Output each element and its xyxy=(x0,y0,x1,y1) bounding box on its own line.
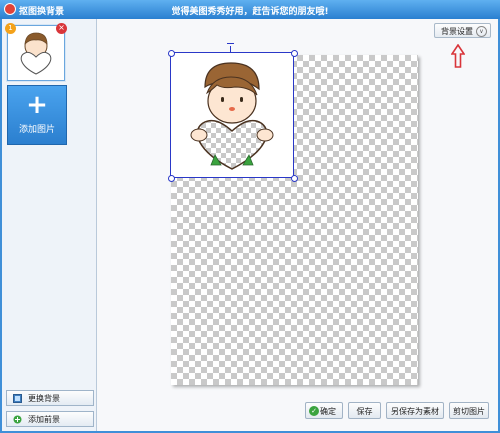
save-button[interactable]: 保存 xyxy=(348,402,381,419)
confirm-label: 确定 xyxy=(320,407,336,416)
image-thumbnail[interactable]: 1 × xyxy=(5,23,67,81)
background-settings-label: 背景设置 xyxy=(441,27,473,36)
resize-handle-top-right[interactable] xyxy=(291,50,298,57)
checkmark-icon: ✓ xyxy=(309,406,319,416)
plus-icon: + xyxy=(26,90,48,120)
up-arrow-hint-icon xyxy=(451,44,465,68)
canvas-area: 背景设置 ∨ ✓ 确定 保存 另保存为素材 剪切图片 xyxy=(97,19,498,431)
foreground-image-selection[interactable] xyxy=(170,52,294,178)
add-circle-icon xyxy=(13,415,22,424)
cartoon-boy-holding-heart-image xyxy=(190,62,274,170)
chevron-down-icon: ∨ xyxy=(476,26,487,37)
character-thumbnail-icon xyxy=(20,32,52,75)
image-icon xyxy=(13,394,22,403)
add-foreground-button[interactable]: 添加前景 xyxy=(6,411,94,427)
promo-text: 觉得美图秀秀好用，赶告诉您的朋友哦! xyxy=(171,7,329,17)
resize-handle-bottom-left[interactable] xyxy=(168,175,175,182)
resize-handle-bottom-right[interactable] xyxy=(291,175,298,182)
left-panel: 1 × + 添加图片 更换背景 添加前景 xyxy=(2,19,97,431)
resize-handle-top-left[interactable] xyxy=(168,50,175,57)
add-foreground-label: 添加前景 xyxy=(28,415,60,424)
cut-image-button[interactable]: 剪切图片 xyxy=(449,402,489,419)
title-bar: 抠图换背景 觉得美图秀秀好用，赶告诉您的朋友哦! xyxy=(0,0,500,19)
confirm-button[interactable]: ✓ 确定 xyxy=(305,402,343,419)
remove-thumbnail-icon[interactable]: × xyxy=(56,23,67,34)
add-image-label: 添加图片 xyxy=(18,125,55,135)
add-image-button[interactable]: + 添加图片 xyxy=(7,85,67,145)
thumbnail-index-badge: 1 xyxy=(5,23,16,34)
save-as-material-button[interactable]: 另保存为素材 xyxy=(386,402,444,419)
background-settings-button[interactable]: 背景设置 ∨ xyxy=(434,23,491,38)
replace-background-button[interactable]: 更换背景 xyxy=(6,390,94,406)
replace-background-label: 更换背景 xyxy=(28,394,60,403)
